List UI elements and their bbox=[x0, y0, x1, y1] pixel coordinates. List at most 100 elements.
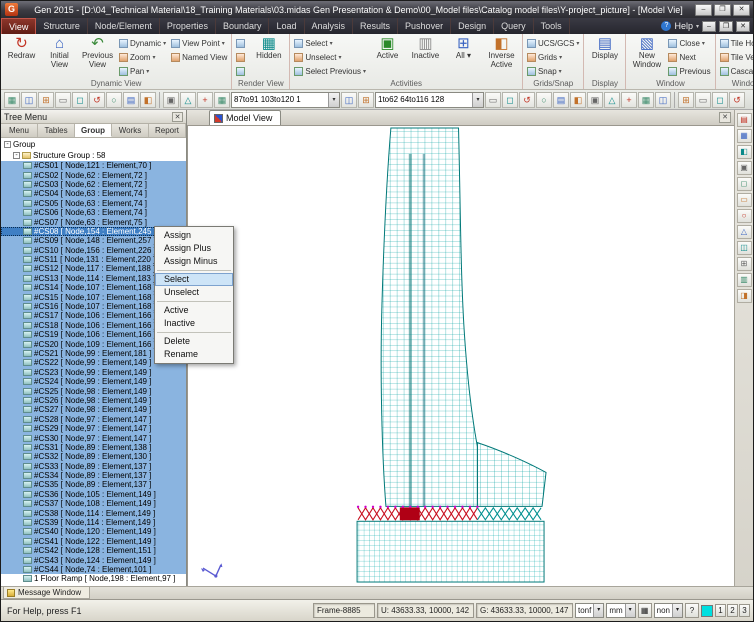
dropdown-icon[interactable]: ▾ bbox=[330, 40, 333, 47]
ribbon-tab-structure[interactable]: Structure bbox=[36, 18, 88, 34]
menu-item-active[interactable]: Active bbox=[155, 304, 233, 317]
unselect-button[interactable]: Unselect▾ bbox=[292, 50, 368, 64]
ribbon-tab-query[interactable]: Query bbox=[494, 18, 534, 34]
query-button[interactable]: ? bbox=[685, 603, 699, 618]
mode-dropdown-icon[interactable]: ▾ bbox=[672, 604, 682, 617]
tree-item[interactable]: #CS25 [ Node,98 : Element,149 ] bbox=[1, 386, 186, 395]
tool-icon[interactable]: ↺ bbox=[89, 92, 105, 108]
tree-item[interactable]: #CS31 [ Node,89 : Element,138 ] bbox=[1, 443, 186, 452]
dropdown-icon[interactable]: ▾ bbox=[559, 68, 562, 75]
side-tool-icon[interactable]: ▭ bbox=[737, 193, 752, 207]
zoom-button[interactable]: Zoom▾ bbox=[117, 50, 168, 64]
side-tool-icon[interactable]: ◫ bbox=[737, 241, 752, 255]
ribbon-tab-pushover[interactable]: Pushover bbox=[398, 18, 451, 34]
tree-item[interactable]: #CS02 [ Node,62 : Element,72 ] bbox=[1, 170, 186, 179]
active-button[interactable]: ▣Active bbox=[369, 35, 406, 61]
tool-icon[interactable]: ▦ bbox=[214, 92, 230, 108]
tree-tab-menu[interactable]: Menu bbox=[1, 124, 38, 137]
ribbon-tab-load[interactable]: Load bbox=[269, 18, 304, 34]
tool-icon[interactable]: ◻ bbox=[712, 92, 728, 108]
tool-icon[interactable]: ◫ bbox=[655, 92, 671, 108]
ucs-gcs-button[interactable]: UCS/GCS▾ bbox=[525, 36, 581, 50]
tree-item[interactable]: #CS34 [ Node,89 : Element,137 ] bbox=[1, 471, 186, 480]
tree-item[interactable]: #CS36 [ Node,105 : Element,149 ] bbox=[1, 490, 186, 499]
tree-panel-close-icon[interactable]: ✕ bbox=[172, 112, 183, 122]
menu-item-assign-plus[interactable]: Assign Plus bbox=[155, 242, 233, 255]
tree-item[interactable]: #CS30 [ Node,97 : Element,147 ] bbox=[1, 433, 186, 442]
tool-icon[interactable]: ○ bbox=[536, 92, 552, 108]
ribbon-tab-boundary[interactable]: Boundary bbox=[216, 18, 270, 34]
dropdown-icon[interactable]: ▾ bbox=[222, 40, 225, 47]
tree-item[interactable]: #CS04 [ Node,63 : Element,74 ] bbox=[1, 189, 186, 198]
tree-item[interactable]: #CS32 [ Node,89 : Element,130 ] bbox=[1, 452, 186, 461]
tool-icon[interactable]: ⊞ bbox=[38, 92, 54, 108]
ribbon-tab-view[interactable]: View bbox=[1, 18, 36, 34]
maximize-button[interactable]: ❐ bbox=[714, 4, 731, 16]
color-swatch[interactable] bbox=[701, 605, 713, 617]
combo-dropdown-icon[interactable]: ▾ bbox=[328, 93, 339, 107]
previous-view-button[interactable]: ↶Previous View bbox=[79, 35, 116, 69]
side-tool-icon[interactable]: ◧ bbox=[737, 145, 752, 159]
menu-item-assign-minus[interactable]: Assign Minus bbox=[155, 255, 233, 268]
side-tool-icon[interactable]: ⊞ bbox=[737, 257, 752, 271]
tree-item[interactable]: #CS39 [ Node,114 : Element,149 ] bbox=[1, 518, 186, 527]
select-button[interactable]: Select▾ bbox=[292, 36, 368, 50]
mdi-close-button[interactable]: ✕ bbox=[736, 21, 750, 32]
ribbon-tab-analysis[interactable]: Analysis bbox=[305, 18, 354, 34]
menu-item-rename[interactable]: Rename bbox=[155, 348, 233, 361]
tree-item[interactable]: #CS44 [ Node,74 : Element,101 ] bbox=[1, 565, 186, 574]
collapse-icon[interactable]: - bbox=[13, 152, 20, 159]
tool-icon[interactable]: ⊞ bbox=[358, 92, 374, 108]
tool-icon[interactable]: ◻ bbox=[72, 92, 88, 108]
mdi-restore-button[interactable]: ❐ bbox=[719, 21, 733, 32]
model-canvas[interactable] bbox=[187, 126, 734, 586]
unit-settings-button[interactable]: ▦ bbox=[638, 603, 652, 618]
tree-item[interactable]: #CS38 [ Node,114 : Element,149 ] bbox=[1, 508, 186, 517]
help-dropdown-icon[interactable]: ▾ bbox=[696, 23, 699, 30]
dropdown-icon[interactable]: ▾ bbox=[146, 68, 149, 75]
dropdown-icon[interactable]: ▾ bbox=[559, 54, 562, 61]
force-unit-select[interactable]: tonf ▾ bbox=[575, 603, 604, 618]
dropdown-icon[interactable]: ▾ bbox=[576, 40, 579, 47]
length-unit-dropdown-icon[interactable]: ▾ bbox=[625, 604, 635, 617]
mdi-minimize-button[interactable]: – bbox=[702, 21, 716, 32]
tool-icon[interactable]: ↺ bbox=[519, 92, 535, 108]
tool-icon[interactable]: + bbox=[197, 92, 213, 108]
dropdown-icon[interactable]: ▾ bbox=[338, 54, 341, 61]
tool-icon[interactable]: ▣ bbox=[587, 92, 603, 108]
mode-select[interactable]: non ▾ bbox=[654, 603, 683, 618]
side-tool-icon[interactable]: ▣ bbox=[737, 161, 752, 175]
redraw-button[interactable]: ↻Redraw bbox=[3, 35, 40, 61]
tool-icon[interactable]: ▭ bbox=[55, 92, 71, 108]
tool-icon[interactable]: ▭ bbox=[485, 92, 501, 108]
tree-tab-tables[interactable]: Tables bbox=[38, 124, 75, 137]
side-tool-icon[interactable]: ▦ bbox=[737, 129, 752, 143]
new-window-button[interactable]: ▧New Window bbox=[628, 35, 665, 69]
tool-icon[interactable]: △ bbox=[180, 92, 196, 108]
tool-icon[interactable]: ◫ bbox=[341, 92, 357, 108]
pan-button[interactable]: Pan▾ bbox=[117, 64, 168, 78]
side-tool-icon[interactable]: ▤ bbox=[737, 113, 752, 127]
tool-icon[interactable]: ▦ bbox=[638, 92, 654, 108]
select-previous-button[interactable]: Select Previous▾ bbox=[292, 64, 368, 78]
icon-button[interactable] bbox=[234, 64, 249, 78]
next-button[interactable]: Next bbox=[666, 50, 712, 64]
tool-icon[interactable]: ▤ bbox=[123, 92, 139, 108]
tile-vertically-button[interactable]: Tile Vertically bbox=[718, 50, 753, 64]
tool-icon[interactable]: △ bbox=[604, 92, 620, 108]
display-button[interactable]: ▤Display bbox=[586, 35, 623, 61]
tile-horizontally-button[interactable]: Tile Horizontally bbox=[718, 36, 753, 50]
initial-view-button[interactable]: ⌂Initial View bbox=[41, 35, 78, 69]
dynamic-button[interactable]: Dynamic▾ bbox=[117, 36, 168, 50]
menu-item-assign[interactable]: Assign bbox=[155, 229, 233, 242]
ribbon-tab-results[interactable]: Results bbox=[353, 18, 398, 34]
tree-item[interactable]: #CS27 [ Node,98 : Element,149 ] bbox=[1, 405, 186, 414]
named-view-button[interactable]: Named View bbox=[169, 50, 229, 64]
hidden-button[interactable]: ▦Hidden bbox=[250, 35, 287, 61]
menu-item-unselect[interactable]: Unselect bbox=[155, 286, 233, 299]
selection-range-input[interactable] bbox=[232, 93, 328, 107]
icon-button[interactable] bbox=[234, 36, 249, 50]
tree-item[interactable]: #CS35 [ Node,89 : Element,137 ] bbox=[1, 480, 186, 489]
all-button[interactable]: ⊞All ▾ bbox=[445, 35, 482, 61]
menu-item-delete[interactable]: Delete bbox=[155, 335, 233, 348]
